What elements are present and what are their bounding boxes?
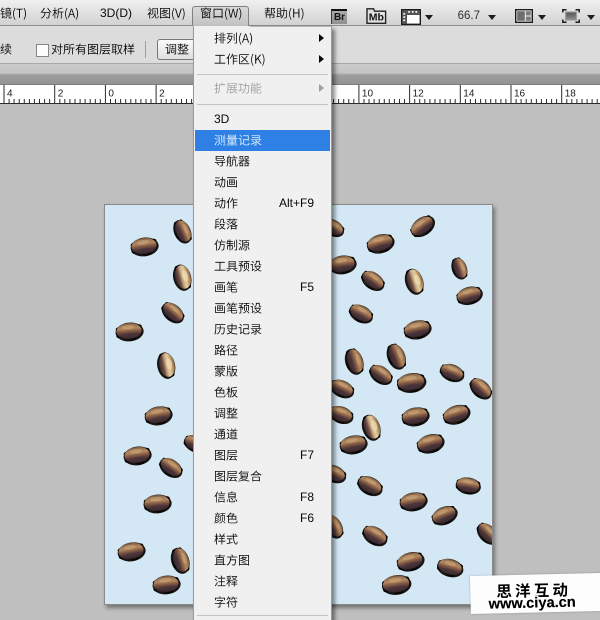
- svg-text:4: 4: [7, 89, 13, 100]
- svg-text:0: 0: [108, 89, 114, 100]
- svg-text:16: 16: [514, 89, 526, 100]
- svg-text:12: 12: [413, 89, 425, 100]
- svg-text:14: 14: [463, 89, 475, 100]
- svg-text:2: 2: [159, 89, 165, 100]
- svg-text:10: 10: [362, 89, 374, 100]
- svg-text:18: 18: [565, 89, 577, 100]
- svg-text:2: 2: [58, 89, 64, 100]
- svg-text:www.ciya.cn: www.ciya.cn: [488, 595, 576, 613]
